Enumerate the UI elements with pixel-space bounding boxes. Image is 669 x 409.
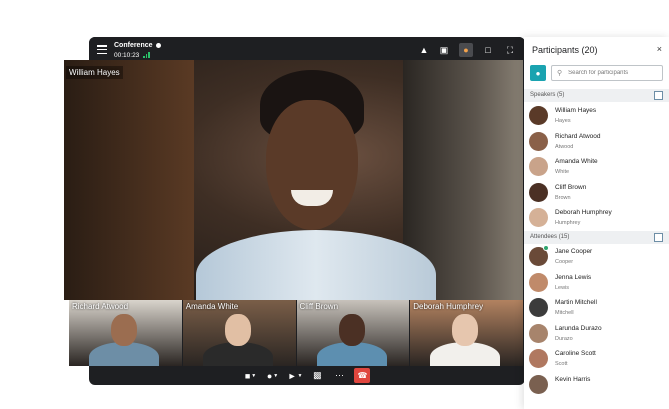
attendees-section-header: Attendees (15) (524, 231, 669, 244)
people-icon: ● (535, 68, 541, 78)
fullscreen-icon[interactable]: ⛶ (503, 43, 517, 57)
signal-icon (143, 52, 151, 58)
thumbnail-video[interactable]: Cliff Brown (296, 300, 411, 366)
search-input[interactable] (568, 70, 659, 76)
participant-subtitle: Scott (555, 361, 568, 367)
end-call-button[interactable]: ☎ (354, 368, 371, 383)
participant-row[interactable]: Caroline Scott Scott (529, 347, 667, 371)
participant-row[interactable]: Kevin Harris (529, 373, 667, 397)
screen-share-icon: ▩ (313, 370, 322, 380)
speakers-section-title: Speakers (5) (530, 92, 565, 98)
participant-name: Jane Cooper (555, 248, 593, 255)
participant-name: Larunda Durazo (555, 324, 602, 332)
main-speaker-video (196, 70, 436, 300)
participant-row[interactable]: Larunda Durazo Durazo (529, 322, 667, 346)
microphone-button[interactable]: ● ▼ (266, 368, 280, 383)
participant-subtitle: Cooper (555, 259, 574, 265)
thumbnail-strip: Richard Atwood Amanda White Cliff Brown … (69, 300, 523, 366)
background-shelf (64, 60, 194, 300)
participant-name: Martin Mitchell (555, 299, 597, 306)
avatar (529, 131, 548, 151)
participant-subtitle: Hayes (555, 118, 571, 124)
participant-name: Cliff Brown (555, 183, 587, 191)
participant-row[interactable]: Jenna Lewis Lewis (529, 271, 667, 295)
camera-button[interactable]: ■ ▼ (244, 368, 258, 383)
participant-name: Kevin Harris (555, 375, 591, 383)
thumbnail-video[interactable]: Richard Atwood (69, 300, 183, 366)
participant-name: Caroline Scott (555, 350, 596, 357)
avatar (529, 298, 548, 317)
call-controls: ■ ▼ ● ▼ ► ▼ ▩ ⋯ ☎ (89, 366, 525, 385)
main-video (64, 60, 523, 300)
chevron-down-icon[interactable]: ▼ (297, 373, 302, 379)
participant-row[interactable]: Richard Atwood Atwood (529, 130, 667, 154)
participant-subtitle: White (555, 169, 570, 175)
collapse-checkbox[interactable] (654, 233, 663, 242)
avatar (529, 349, 548, 368)
online-status-icon (543, 245, 549, 251)
collapse-checkbox[interactable] (654, 91, 663, 100)
conference-timer: 00:10:23 (114, 52, 140, 59)
participant-row[interactable]: William Hayes Hayes (529, 104, 667, 128)
group-view-button[interactable]: ● (530, 65, 546, 81)
participant-subtitle: Mitchell (555, 310, 574, 316)
search-box: ⚲ (551, 65, 663, 81)
thumbnail-name: Amanda White (185, 302, 239, 311)
chevron-down-icon[interactable]: ▼ (251, 373, 256, 379)
avatar (529, 106, 548, 125)
participant-subtitle: Durazo (555, 335, 573, 342)
thumbnail-name: Richard Atwood (72, 302, 129, 311)
search-icon: ⚲ (557, 70, 563, 77)
participant-row[interactable]: Deborah Humphrey Humphrey (529, 206, 667, 230)
attendees-section-title: Attendees (15) (530, 234, 570, 240)
thumbnail-video[interactable]: Amanda White (182, 300, 297, 366)
participant-row[interactable]: Amanda White White (529, 155, 667, 179)
chevron-down-icon[interactable]: ▼ (273, 373, 278, 379)
participant-row[interactable]: Martin Mitchell Mitchell (529, 296, 667, 320)
screen-share-button[interactable]: ▩ (310, 368, 324, 383)
notification-icon[interactable]: ▲ (417, 43, 431, 57)
participant-name: Richard Atwood (555, 132, 601, 140)
thumbnail-video[interactable]: Deborah Humphrey (410, 300, 523, 366)
participant-subtitle: Atwood (555, 143, 574, 150)
speakers-section-header: Speakers (5) (524, 89, 669, 102)
speaker-button[interactable]: ► ▼ (288, 368, 303, 383)
participant-subtitle: Lewis (555, 284, 570, 291)
stage: Conference 00:10:23 ▲ ▣ ▤ ● □ ⛶ William … (0, 0, 669, 409)
main-speaker-name: William Hayes (66, 66, 123, 79)
conference-title: Conference (114, 42, 161, 49)
participants-icon[interactable]: ● (459, 43, 473, 57)
info-icon[interactable] (155, 42, 161, 48)
participant-name: William Hayes (555, 107, 597, 114)
thumbnail-name: Deborah Humphrey (413, 302, 484, 311)
avatar (529, 323, 548, 343)
more-icon: ⋯ (334, 370, 344, 380)
panel-title: Participants (20) (532, 45, 598, 55)
microphone-icon: ● (266, 370, 273, 381)
menu-icon[interactable] (97, 45, 107, 55)
conference-title-text: Conference (114, 42, 153, 49)
layout-icon[interactable]: □ (481, 43, 495, 57)
phone-hangup-icon: ☎ (357, 371, 368, 380)
more-options-button[interactable]: ⋯ (332, 368, 346, 383)
participant-subtitle: Humphrey (555, 220, 581, 226)
avatar (529, 374, 548, 394)
thumbnail-name: Cliff Brown (299, 302, 339, 311)
participants-panel: Participants (20) × ● ⚲ Speakers (5) Wil… (524, 37, 669, 409)
participant-name: Deborah Humphrey (555, 209, 612, 216)
chat-icon[interactable]: ▣ (437, 43, 451, 57)
participant-name: Jenna Lewis (555, 273, 592, 281)
participant-subtitle: Brown (555, 194, 571, 201)
avatar (529, 272, 548, 292)
close-icon[interactable]: × (657, 44, 662, 54)
speaker-icon: ► (287, 370, 297, 381)
avatar (529, 182, 548, 202)
participant-row[interactable]: Cliff Brown Brown (529, 181, 667, 205)
avatar (529, 208, 548, 227)
camera-icon: ■ (244, 370, 251, 381)
participant-row[interactable]: Jane Cooper Cooper (529, 245, 667, 269)
avatar (529, 157, 548, 176)
participant-name: Amanda White (555, 158, 598, 165)
